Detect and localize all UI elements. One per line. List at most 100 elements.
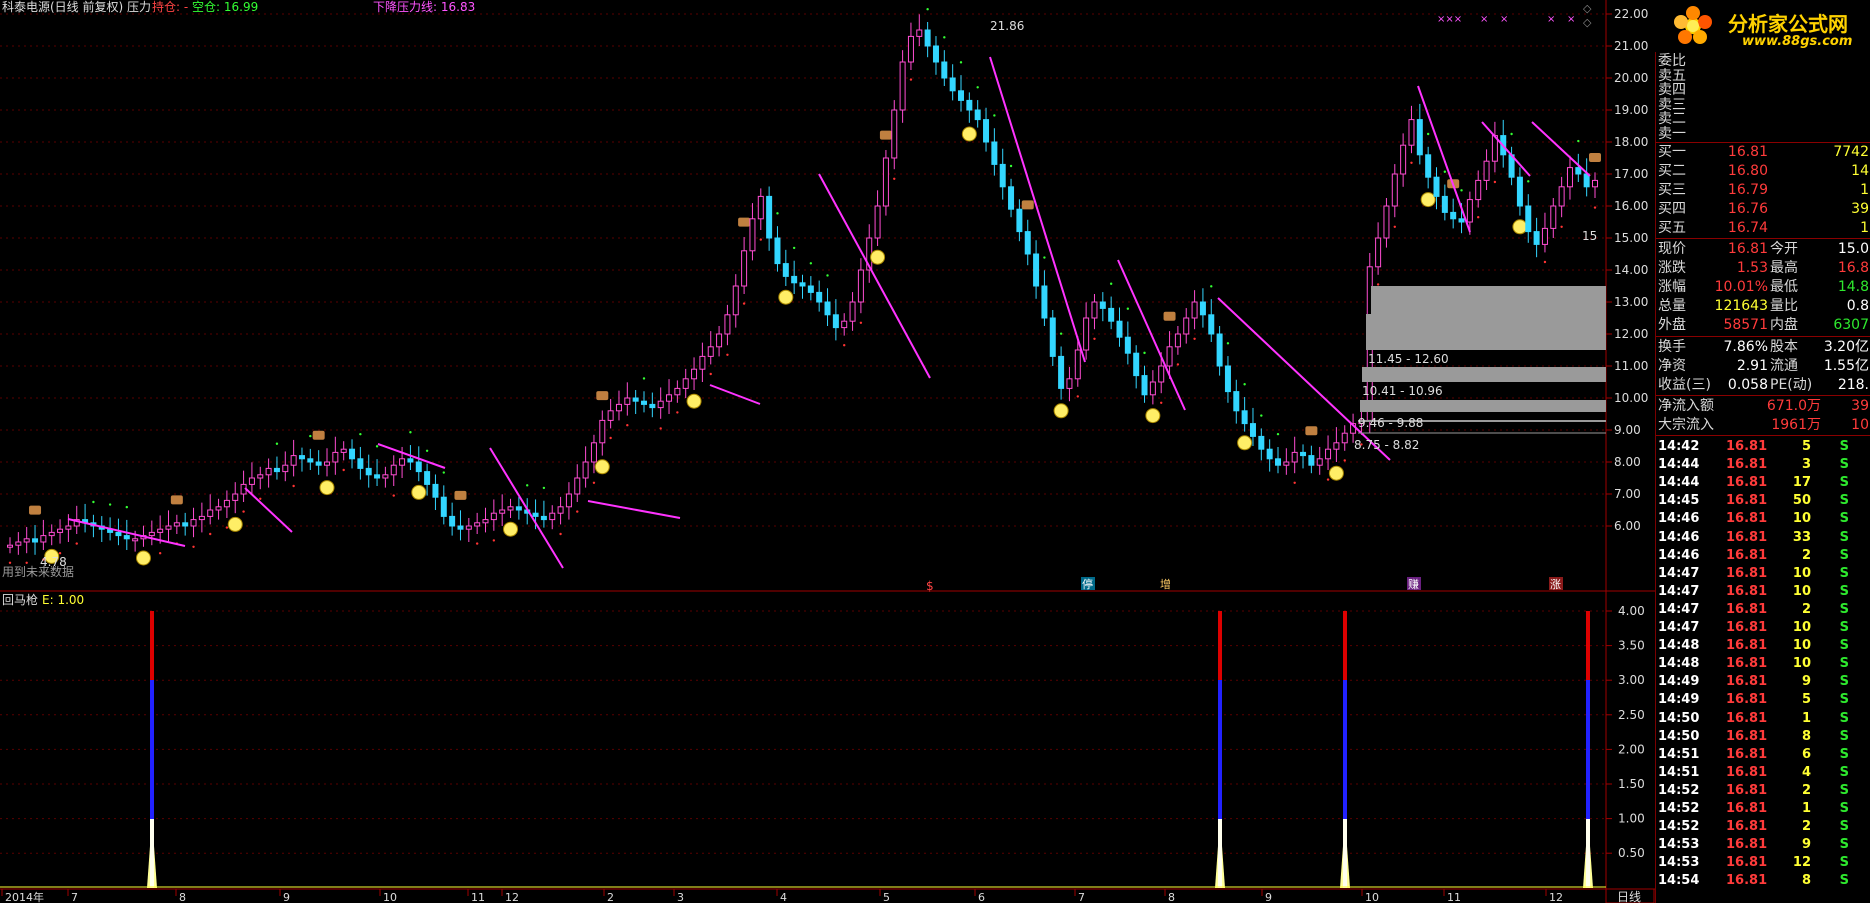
tick-side: S: [1839, 801, 1849, 816]
tick-side: S: [1839, 601, 1849, 617]
logo-url[interactable]: www.88gs.com: [1742, 34, 1852, 49]
tick-row: 14:53 16.81 12 S: [1656, 854, 1870, 872]
time-axis: 2014年 7 8 9 10 11 12 2 3 4 5 6 7 8 9 10 11 12: [1, 889, 1563, 903]
quote-label: 涨跌: [1658, 260, 1686, 276]
divider: [1656, 238, 1870, 239]
quote-label: 涨幅: [1658, 279, 1686, 295]
flow-row: 净流入额 671.0万 39: [1656, 397, 1870, 416]
signal-bar-mid: [1343, 680, 1347, 819]
candle-body: [741, 250, 748, 287]
candle-body: [1033, 253, 1040, 287]
tick-row: 14:49 16.81 5 S: [1656, 691, 1870, 709]
stop-dot: [1293, 481, 1296, 484]
candle-body: [1308, 455, 1315, 466]
volume-profile-bar: [1366, 314, 1606, 350]
tick-side: S: [1839, 656, 1849, 672]
candle-body: [807, 285, 814, 293]
quote-label: 最低: [1770, 279, 1798, 295]
stop-dot: [1376, 283, 1380, 286]
tick-time: 14:46: [1658, 511, 1700, 527]
tick-time: 14:49: [1658, 674, 1700, 690]
trend-line: [587, 500, 681, 519]
tick-volume: 4: [1801, 764, 1811, 780]
stop-dot: [1193, 337, 1196, 340]
tick-time: 14:48: [1658, 638, 1700, 654]
chart-canvas[interactable]: 11.45 - 12.60 10.41 - 10.96 9.46 - 9.88 …: [0, 0, 1870, 903]
tick-price: 16.81: [1726, 656, 1768, 672]
stop-dot: [1560, 225, 1563, 228]
indicator-tick-label: 2.50: [1618, 708, 1645, 722]
stop-dot: [843, 344, 846, 347]
tick-time: 14:49: [1658, 692, 1700, 708]
divider: [1656, 395, 1870, 396]
tick-row: 14:45 16.81 50 S: [1656, 492, 1870, 510]
tick-time: 14:47: [1658, 601, 1700, 617]
period-button[interactable]: 日线: [1617, 890, 1641, 903]
bid-row: 买一 16.81 7742: [1656, 143, 1870, 162]
candle-body: [182, 522, 189, 527]
tick-volume: 33: [1792, 529, 1811, 545]
tick-volume: 10: [1792, 565, 1811, 581]
stop-dot: [993, 114, 996, 117]
time-tick-label: 12: [505, 891, 519, 903]
tick-side: S: [1839, 855, 1849, 871]
candle-body: [465, 525, 472, 530]
chest-icon: [738, 217, 751, 227]
hold-label: 持仓: -: [152, 0, 188, 14]
tick-volume: 10: [1792, 511, 1811, 527]
smiley-icon: [227, 516, 243, 532]
stop-dot: [1426, 132, 1430, 136]
event-marker[interactable]: 赚: [1408, 577, 1419, 591]
candle-body: [674, 387, 681, 396]
stop-dot: [676, 411, 679, 414]
stop-dot: [792, 246, 796, 250]
tick-time: 14:50: [1658, 728, 1700, 744]
candle-body: [415, 461, 422, 473]
event-marker[interactable]: 停: [1082, 577, 1093, 591]
candle-body: [599, 419, 606, 444]
tick-side: S: [1839, 565, 1849, 581]
small-marker-icon: ×××: [1437, 14, 1462, 25]
tick-price: 16.81: [1726, 837, 1768, 853]
candle-body: [1400, 144, 1407, 175]
tick-price: 16.81: [1726, 728, 1768, 744]
stop-dot: [359, 432, 362, 436]
event-marker[interactable]: $: [926, 579, 934, 593]
small-marker-icon: ×: [1547, 14, 1555, 25]
candle-body: [273, 467, 280, 473]
price-tick-label: 20.00: [1614, 71, 1648, 85]
tick-price: 16.81: [1726, 620, 1768, 635]
candle-body: [824, 301, 831, 316]
stop-dot: [1093, 337, 1096, 340]
candle-body: [1249, 423, 1256, 437]
price-tick-label: 21.00: [1614, 39, 1648, 53]
tick-volume: 2: [1801, 601, 1811, 617]
tick-row: 14:50 16.81 8 S: [1656, 728, 1870, 746]
candle-body: [774, 237, 781, 265]
tick-price: 16.81: [1726, 565, 1768, 581]
chest-icon: [1589, 153, 1601, 162]
smiley-icon: [870, 249, 886, 265]
tick-time: 14:50: [1658, 710, 1700, 726]
event-marker[interactable]: 增: [1160, 577, 1171, 591]
event-marker[interactable]: 涨: [1550, 578, 1561, 591]
quote-value: 16.81: [1727, 241, 1768, 257]
candle-body: [165, 525, 172, 530]
stop-dot: [959, 61, 963, 64]
candle-body: [365, 467, 372, 476]
settings-icon[interactable]: ◇: [1583, 2, 1592, 15]
quote-row: 涨跌 1.53 最高 16.8: [1656, 259, 1870, 278]
price-tick-label: 10.00: [1614, 391, 1648, 405]
candle-body: [999, 163, 1006, 188]
candle-body: [1083, 317, 1090, 351]
candle-body: [1183, 317, 1190, 335]
stop-dot: [709, 372, 712, 376]
candle-body: [1258, 435, 1265, 450]
candle-body: [716, 333, 723, 348]
candle-body: [966, 99, 973, 111]
tick-volume: 1: [1801, 801, 1811, 816]
volume-profile-bar: [1371, 286, 1606, 314]
bid-label: 买五: [1658, 220, 1686, 236]
tick-row: 14:52 16.81 2 S: [1656, 782, 1870, 800]
settings-icon[interactable]: ◇: [1583, 16, 1592, 29]
